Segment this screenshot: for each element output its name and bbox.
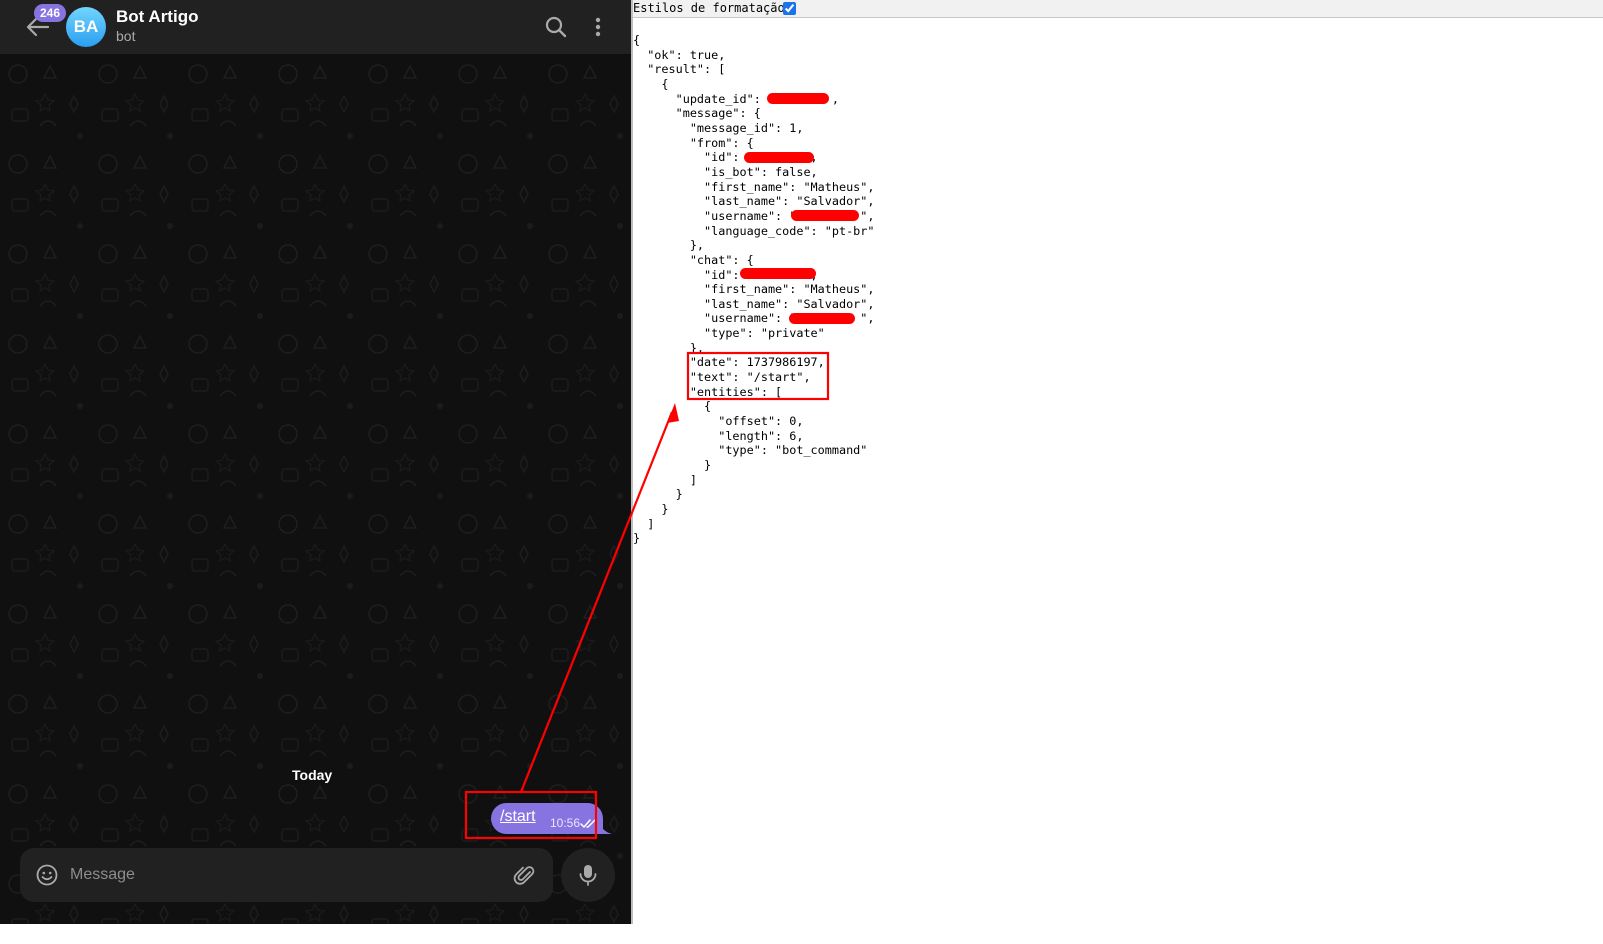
json-line: }, <box>633 340 705 355</box>
redaction-mark <box>740 268 816 279</box>
redaction-mark <box>744 152 814 163</box>
json-line: } <box>633 502 669 516</box>
json-line: } <box>633 531 641 546</box>
redaction-mark <box>789 313 855 324</box>
json-line: "from": { <box>633 135 754 150</box>
json-line: "chat": { <box>633 252 754 267</box>
json-line: "type": "bot_command" <box>633 443 868 458</box>
json-line: "length": 6, <box>633 428 804 443</box>
json-line: ] <box>633 472 697 487</box>
emoji-icon[interactable] <box>35 863 59 887</box>
json-response-viewer: Estilos de formatação { "ok": true, "res… <box>633 0 1603 924</box>
json-line: "update_id": , <box>633 91 839 106</box>
json-line: "first_name": "Matheus", <box>633 179 875 194</box>
json-line: "date": 1737986197, <box>633 355 825 370</box>
json-line: ] <box>633 516 655 531</box>
chat-title[interactable]: Bot Artigo <box>116 7 198 27</box>
json-line: { <box>633 33 641 47</box>
json-line: "last_name": "Salvador", <box>633 194 875 209</box>
message-text[interactable]: /start <box>500 808 536 826</box>
telegram-chat-window: 246 BA Bot Artigo bot Today /start 10:56 <box>0 0 632 924</box>
json-line: "entities": [ <box>633 384 783 399</box>
redaction-mark <box>767 93 829 104</box>
message-bubble-tail <box>598 817 612 834</box>
json-line: "is_bot": false, <box>633 164 818 179</box>
pretty-print-label: Estilos de formatação <box>633 1 785 15</box>
json-line: } <box>633 487 683 502</box>
chat-subtitle: bot <box>116 28 136 44</box>
message-time: 10:56 <box>550 816 581 830</box>
json-line: { <box>633 399 712 414</box>
format-toolbar: Estilos de formatação <box>633 0 1603 18</box>
json-line: "message_id": 1, <box>633 120 804 135</box>
more-vertical-icon[interactable] <box>588 14 608 40</box>
avatar[interactable]: BA <box>66 7 106 47</box>
paperclip-icon[interactable] <box>513 863 537 887</box>
json-line: { <box>633 76 669 91</box>
json-line: "type": "private" <box>633 326 825 341</box>
json-line: "ok": true, <box>633 47 726 62</box>
microphone-icon <box>579 865 597 886</box>
json-line: "offset": 0, <box>633 414 804 429</box>
double-check-icon <box>580 819 596 828</box>
json-line: "language_code": "pt-br" <box>633 223 875 238</box>
json-line: "last_name": "Salvador", <box>633 296 875 311</box>
json-line: } <box>633 458 712 473</box>
pretty-print-checkbox[interactable] <box>783 2 796 15</box>
json-line: "text": "/start", <box>633 370 811 385</box>
json-line: "message": { <box>633 106 761 121</box>
redaction-mark <box>791 210 859 221</box>
json-line: "result": [ <box>633 62 726 77</box>
message-input[interactable] <box>70 862 490 888</box>
chat-wallpaper-pattern <box>0 54 632 924</box>
json-code-block: { "ok": true, "result": [ { "update_id":… <box>633 33 874 546</box>
date-separator: Today <box>292 767 333 783</box>
json-line: }, <box>633 238 705 253</box>
search-icon[interactable] <box>543 14 569 40</box>
unread-count-badge: 246 <box>34 4 67 22</box>
json-line: "first_name": "Matheus", <box>633 282 875 297</box>
